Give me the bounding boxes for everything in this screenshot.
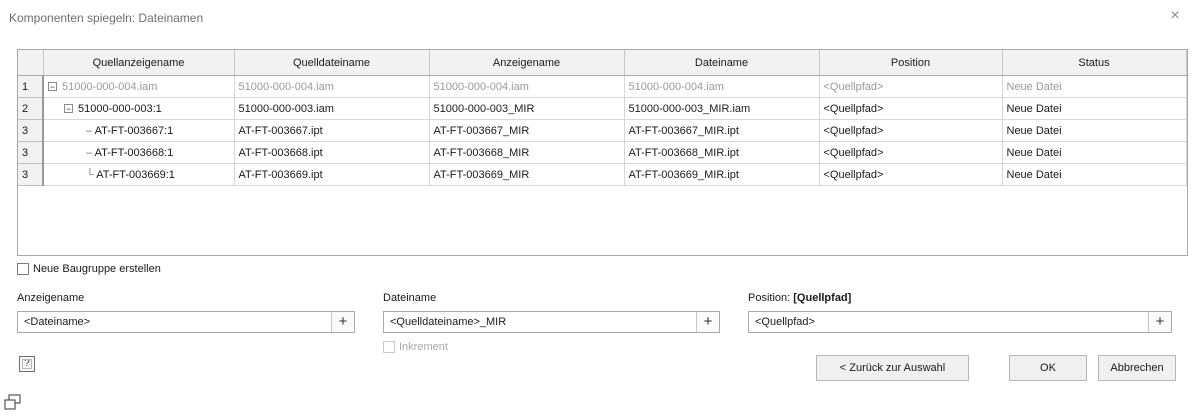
row-number: 2 [18,97,44,120]
cell-source-file: AT-FT-003667.ipt [234,119,430,142]
position-value: <Quellpfad> [755,316,815,328]
cell-display-name[interactable]: AT-FT-003669_MIR [429,163,625,186]
cell-source-file: 51000-000-003.iam [234,97,430,120]
cell-source-name: −51000-000-004.iam [43,75,235,98]
cell-file-name[interactable]: 51000-000-003_MIR.iam [624,97,820,120]
components-grid[interactable]: Quellanzeigename Quelldateiname Anzeigen… [17,49,1188,256]
new-assembly-option[interactable]: Neue Baugruppe erstellen [17,262,161,276]
collapse-icon[interactable]: − [64,104,73,114]
display-name-add-button[interactable]: + [331,312,354,332]
cell-position[interactable]: <Quellpfad> [819,75,1003,98]
cell-status: Neue Datei [1002,119,1187,142]
row-number: 3 [18,119,44,142]
tree-branch-icon: └ [86,168,97,181]
cell-source-name-text: AT-FT-003668:1 [94,146,174,159]
display-name-label: Anzeigename [17,292,85,304]
new-assembly-label: Neue Baugruppe erstellen [33,263,161,275]
file-name-add-button[interactable]: + [696,312,719,332]
column-header-file-name[interactable]: Dateiname [624,50,820,76]
file-name-label: Dateiname [383,292,437,304]
cell-source-file: AT-FT-003669.ipt [234,163,430,186]
file-name-value: <Quelldateiname>_MIR [390,316,507,328]
table-corner [18,50,44,76]
cancel-button[interactable]: Abbrechen [1098,355,1176,381]
cell-source-file: 51000-000-004.iam [234,75,430,98]
tree-branch-icon: – [86,124,95,137]
cell-position[interactable]: <Quellpfad> [819,97,1003,120]
title-bar: Komponenten spiegeln: Dateinamen × [0,0,1193,36]
cell-file-name[interactable]: 51000-000-004.iam [624,75,820,98]
cell-source-name: −51000-000-003:1 [43,97,235,120]
ok-button[interactable]: OK [1009,355,1087,381]
increment-option: Inkrement [383,341,448,353]
cell-source-file: AT-FT-003668.ipt [234,141,430,164]
cell-display-name[interactable]: 51000-000-004.iam [429,75,625,98]
cell-status: Neue Datei [1002,163,1187,186]
dialog-title: Komponenten spiegeln: Dateinamen [9,11,204,25]
collapse-icon[interactable]: − [48,82,57,92]
cell-status: Neue Datei [1002,75,1187,98]
column-header-source-name[interactable]: Quellanzeigename [43,50,235,76]
close-icon[interactable]: × [1167,8,1183,24]
tree-branch-icon: – [86,146,95,159]
cell-source-name: – AT-FT-003667:1 [43,119,235,142]
column-header-source-file[interactable]: Quelldateiname [234,50,430,76]
cell-file-name[interactable]: AT-FT-003669_MIR.ipt [624,163,820,186]
position-label-value: [Quellpfad] [793,292,852,304]
cell-display-name[interactable]: AT-FT-003667_MIR [429,119,625,142]
cell-source-name-text: 51000-000-003:1 [78,102,162,115]
cell-source-name-text: 51000-000-004.iam [62,80,158,93]
cell-position[interactable]: <Quellpfad> [819,119,1003,142]
cell-source-name-text: AT-FT-003669:1 [96,168,175,181]
components-table: Quellanzeigename Quelldateiname Anzeigen… [18,50,1187,186]
cell-status: Neue Datei [1002,97,1187,120]
help-icon[interactable]: ? [19,356,35,372]
table-row[interactable]: 2 −51000-000-003:1 51000-000-003.iam 510… [18,97,1187,120]
row-number: 3 [18,163,44,186]
column-header-status[interactable]: Status [1002,50,1187,76]
back-to-selection-button[interactable]: < Zurück zur Auswahl [816,355,969,381]
column-header-display-name[interactable]: Anzeigename [429,50,625,76]
window-restore-icon[interactable] [4,393,22,411]
increment-checkbox [383,341,395,353]
cell-status: Neue Datei [1002,141,1187,164]
table-row[interactable]: 1 −51000-000-004.iam 51000-000-004.iam 5… [18,75,1187,98]
cell-file-name[interactable]: AT-FT-003667_MIR.ipt [624,119,820,142]
cell-position[interactable]: <Quellpfad> [819,163,1003,186]
cell-display-name[interactable]: 51000-000-003_MIR [429,97,625,120]
row-number: 1 [18,75,44,98]
display-name-field[interactable]: <Dateiname> + [17,311,355,333]
row-number: 3 [18,141,44,164]
increment-label: Inkrement [399,341,448,353]
column-header-position[interactable]: Position [819,50,1003,76]
new-assembly-checkbox[interactable] [17,263,29,275]
table-row[interactable]: 3 └ AT-FT-003669:1 AT-FT-003669.ipt AT-F… [18,163,1187,186]
cell-display-name[interactable]: AT-FT-003668_MIR [429,141,625,164]
cell-file-name[interactable]: AT-FT-003668_MIR.ipt [624,141,820,164]
position-add-button[interactable]: + [1148,312,1171,332]
position-label-prefix: Position: [748,292,791,304]
cell-source-name: – AT-FT-003668:1 [43,141,235,164]
display-name-value: <Dateiname> [24,316,91,328]
position-field[interactable]: <Quellpfad> + [748,311,1172,333]
cell-source-name: └ AT-FT-003669:1 [43,163,235,186]
file-name-field[interactable]: <Quelldateiname>_MIR + [383,311,720,333]
cell-position[interactable]: <Quellpfad> [819,141,1003,164]
position-label: Position: [Quellpfad] [748,292,851,304]
table-header-row: Quellanzeigename Quelldateiname Anzeigen… [18,50,1187,76]
cell-source-name-text: AT-FT-003667:1 [94,124,174,137]
table-row[interactable]: 3 – AT-FT-003668:1 AT-FT-003668.ipt AT-F… [18,141,1187,164]
table-row[interactable]: 3 – AT-FT-003667:1 AT-FT-003667.ipt AT-F… [18,119,1187,142]
